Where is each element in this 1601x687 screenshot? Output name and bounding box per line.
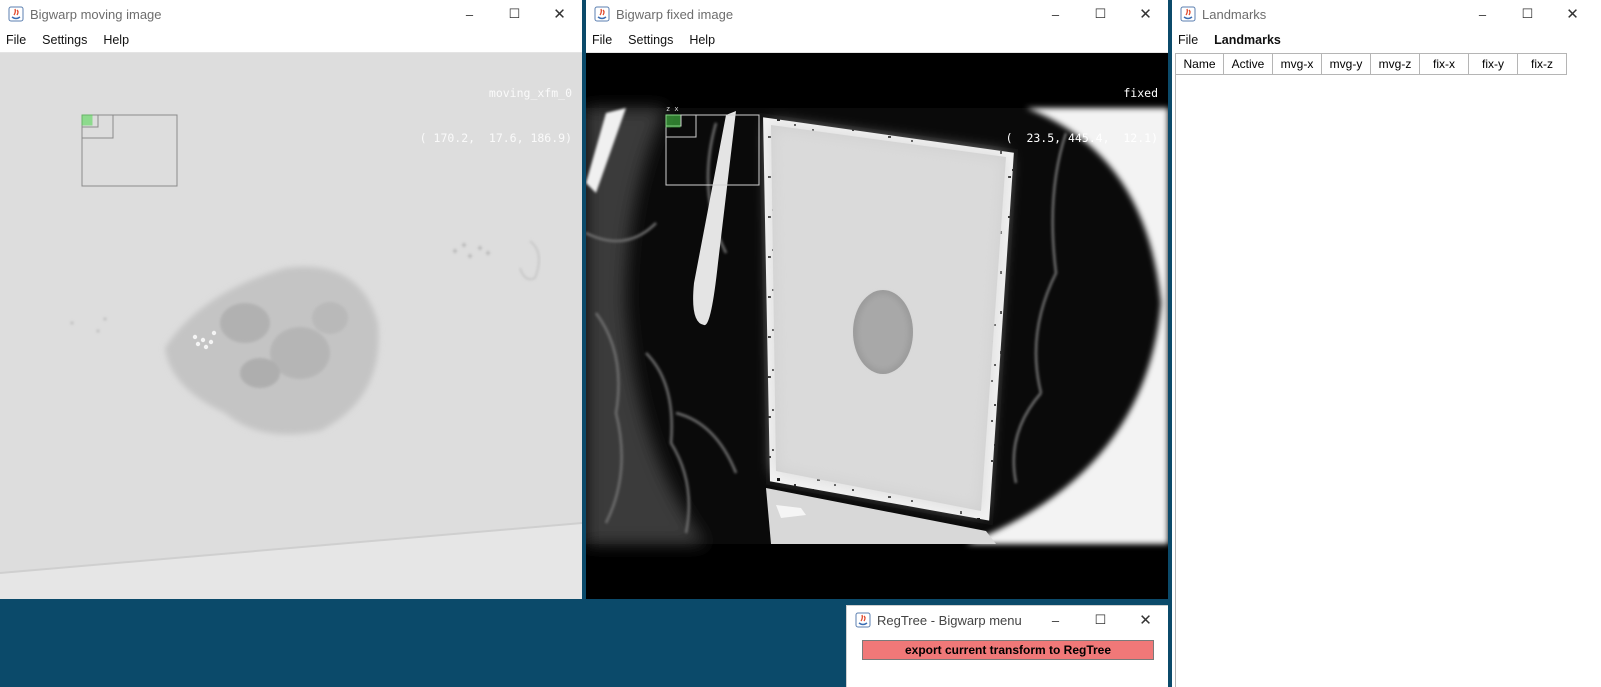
java-app-icon [855,612,871,628]
close-button[interactable]: ✕ [1123,0,1168,28]
moving-source-name: moving_xfm_0 [488,86,572,100]
java-app-icon [8,6,24,22]
maximize-button[interactable]: ☐ [492,0,537,28]
menu-help[interactable]: Help [95,33,137,47]
menu-help[interactable]: Help [681,33,723,47]
maximize-icon: ☐ [1521,6,1534,21]
maximize-icon: ☐ [1094,6,1107,21]
export-transform-label: export current transform to RegTree [904,643,1112,657]
minimize-button[interactable]: – [1460,0,1505,28]
moving-image-window: Bigwarp moving image – ☐ ✕ File Settings… [0,0,582,599]
window-title: Bigwarp moving image [30,6,162,22]
export-transform-button[interactable]: export current transform to RegTree [862,640,1154,660]
regtree-titlebar[interactable]: RegTree - Bigwarp menu – ☐ ✕ [847,606,1168,634]
close-icon: ✕ [1139,612,1152,629]
landmarks-table: Name Active mvg-x mvg-y mvg-z fix-x fix-… [1175,53,1567,75]
maximize-button[interactable]: ☐ [1505,0,1550,28]
minimize-icon: – [1051,6,1060,22]
column-header-fix-x[interactable]: fix-x [1419,53,1469,75]
close-button[interactable]: ✕ [1550,0,1595,28]
menu-settings[interactable]: Settings [620,33,681,47]
menu-file[interactable]: File [0,33,34,47]
regtree-window: RegTree - Bigwarp menu – ☐ ✕ export curr… [846,605,1168,687]
column-header-mvg-z[interactable]: mvg-z [1370,53,1420,75]
column-header-mvg-x[interactable]: mvg-x [1272,53,1322,75]
fixed-image-viewport[interactable]: z x fixed ( 23.5, 445.4, 12.1) [586,53,1168,599]
moving-cursor-coords: ( 170.2, 17.6, 186.9) [419,131,572,145]
moving-titlebar[interactable]: Bigwarp moving image – ☐ ✕ [0,0,582,28]
minimize-button[interactable]: – [447,0,492,28]
minimize-icon: – [1478,6,1487,22]
axis-label: z x [666,105,679,113]
maximize-button[interactable]: ☐ [1078,606,1123,634]
maximize-icon: ☐ [1094,612,1107,627]
fixed-source-name: fixed [1123,86,1158,100]
column-header-fix-z[interactable]: fix-z [1517,53,1567,75]
menu-landmarks[interactable]: Landmarks [1206,33,1289,47]
landmarks-titlebar[interactable]: Landmarks – ☐ ✕ [1172,0,1601,28]
menu-settings[interactable]: Settings [34,33,95,47]
maximize-button[interactable]: ☐ [1078,0,1123,28]
fixed-image-window: Bigwarp fixed image – ☐ ✕ File Settings … [586,0,1168,599]
column-header-name[interactable]: Name [1175,53,1224,75]
close-icon: ✕ [1566,6,1579,23]
close-icon: ✕ [553,6,566,23]
fixed-menubar: File Settings Help [586,28,1168,53]
window-title: Landmarks [1202,6,1267,22]
landmarks-table-header: Name Active mvg-x mvg-y mvg-z fix-x fix-… [1175,53,1567,75]
menu-file[interactable]: File [1172,33,1206,47]
landmarks-menubar: File Landmarks [1172,28,1601,52]
java-app-icon [1180,6,1196,22]
column-header-fix-y[interactable]: fix-y [1468,53,1518,75]
close-button[interactable]: ✕ [537,0,582,28]
maximize-icon: ☐ [508,6,521,21]
column-header-mvg-y[interactable]: mvg-y [1321,53,1371,75]
java-app-icon [594,6,610,22]
window-title: RegTree - Bigwarp menu [877,612,1022,628]
minimize-icon: – [465,6,474,22]
landmarks-table-area[interactable] [1175,73,1571,687]
window-title: Bigwarp fixed image [616,6,734,22]
moving-image-viewport[interactable]: moving_xfm_0 ( 170.2, 17.6, 186.9) [0,53,582,599]
landmarks-window: Landmarks – ☐ ✕ File Landmarks Name Acti… [1172,0,1601,687]
fixed-titlebar[interactable]: Bigwarp fixed image – ☐ ✕ [586,0,1168,28]
fixed-source-label: fixed ( 23.5, 445.4, 12.1) [1006,56,1158,176]
moving-source-label: moving_xfm_0 ( 170.2, 17.6, 186.9) [420,56,572,176]
fixed-cursor-coords: ( 23.5, 445.4, 12.1) [1005,131,1158,145]
minimize-button[interactable]: – [1033,0,1078,28]
minimize-button[interactable]: – [1033,606,1078,634]
minimize-icon: – [1051,612,1060,628]
column-header-active[interactable]: Active [1223,53,1273,75]
close-button[interactable]: ✕ [1123,606,1168,634]
menu-file[interactable]: File [586,33,620,47]
close-icon: ✕ [1139,6,1152,23]
moving-menubar: File Settings Help [0,28,582,53]
